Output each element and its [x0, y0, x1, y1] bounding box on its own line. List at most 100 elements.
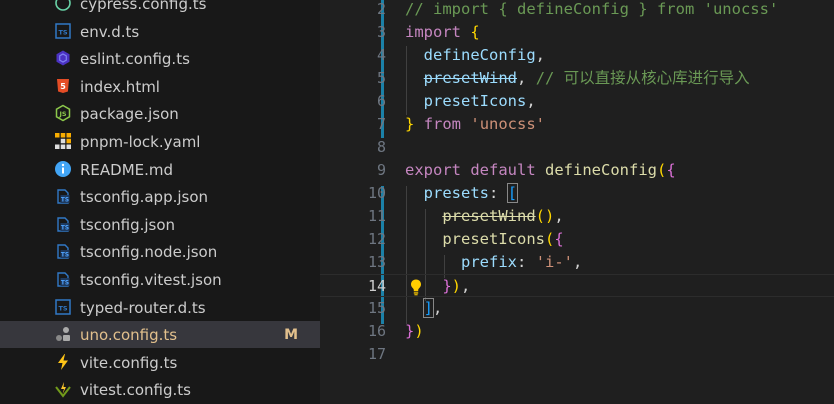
svg-text:JS: JS	[58, 110, 66, 118]
code-text: ],	[405, 297, 442, 320]
code-text: prefix: 'i-',	[405, 251, 582, 274]
code-brace: }	[442, 277, 452, 295]
code-text: presetWind, // 可以直接从核心库进行导入	[405, 67, 750, 90]
file-name: package.json	[80, 105, 179, 124]
file-item[interactable]: uno.config.ts M	[0, 321, 320, 349]
file-item[interactable]: TS tsconfig.app.json	[0, 183, 320, 210]
code-paren: )	[414, 322, 424, 340]
line-number: 4	[376, 46, 386, 64]
git-modified-badge: M	[284, 327, 298, 344]
code-keyword: from	[423, 115, 462, 133]
code-punct: ,	[461, 277, 471, 295]
code-punct: ,	[517, 69, 527, 87]
code-text: }),	[405, 275, 470, 298]
code-line[interactable]: 8	[320, 136, 834, 159]
code-paren: )	[451, 277, 462, 295]
vitest-icon	[54, 380, 72, 399]
file-item[interactable]: eslint.config.ts	[0, 45, 320, 72]
code-function: defineConfig	[545, 161, 657, 179]
file-name: vite.config.ts	[80, 353, 178, 372]
file-item[interactable]: cypress.config.ts	[0, 0, 320, 17]
line-number: 8	[376, 138, 386, 156]
code-line[interactable]: 2 // import { defineConfig } from 'unocs…	[320, 0, 834, 21]
code-line[interactable]: 7 } from 'unocss'	[320, 113, 834, 136]
code-line[interactable]: 4 defineConfig,	[320, 44, 834, 67]
code-string: 'unocss'	[470, 115, 546, 133]
code-text: defineConfig,	[405, 44, 545, 67]
code-paren: (	[657, 161, 667, 179]
code-text: export default defineConfig({	[405, 159, 676, 182]
file-name: tsconfig.json	[80, 215, 176, 234]
line-number: 6	[376, 92, 386, 110]
code-line[interactable]: 10 presets: [	[320, 182, 834, 205]
code-line[interactable]: 11 presetWind(),	[320, 205, 834, 228]
file-name: env.d.ts	[80, 22, 140, 41]
file-item[interactable]: vitest.config.ts	[0, 376, 320, 403]
code-line[interactable]: 15 ],	[320, 297, 834, 320]
code-keyword: import	[405, 23, 461, 41]
pnpm-icon	[54, 132, 72, 150]
file-explorer: cypress.config.ts TS env.d.ts eslint.config…	[0, 0, 320, 404]
code-line[interactable]: 13 prefix: 'i-',	[320, 251, 834, 274]
code-text: // import { defineConfig } from 'unocss'	[405, 0, 778, 21]
line-number: 17	[367, 345, 386, 363]
file-name: index.html	[80, 77, 160, 96]
code-brace: {	[554, 230, 564, 248]
code-text: presetWind(),	[405, 205, 563, 228]
code-line[interactable]: 16 })	[320, 320, 834, 343]
file-name: uno.config.ts	[80, 326, 178, 345]
code-line[interactable]: 12 presetIcons({	[320, 228, 834, 251]
file-item[interactable]: README.md	[0, 156, 320, 183]
code-editor[interactable]: 2 // import { defineConfig } from 'unocs…	[320, 0, 834, 404]
svg-text:TS: TS	[58, 28, 67, 36]
line-number: 11	[367, 207, 386, 225]
code-property: presets	[423, 184, 489, 202]
file-item[interactable]: pnpm-lock.yaml	[0, 128, 320, 155]
line-number: 5	[376, 69, 386, 87]
code-line[interactable]: 17	[320, 343, 834, 366]
line-number: 16	[367, 322, 386, 340]
code-paren: ()	[535, 207, 555, 225]
code-line[interactable]: 6 presetIcons,	[320, 90, 834, 113]
code-line[interactable]: 5 presetWind, // 可以直接从核心库进行导入	[320, 67, 834, 90]
code-identifier: presetIcons	[423, 92, 527, 110]
file-item[interactable]: TS env.d.ts	[0, 18, 320, 45]
code-line[interactable]: 9 export default defineConfig({	[320, 159, 834, 182]
line-number: 9	[376, 161, 386, 179]
file-item[interactable]: TS tsconfig.node.json	[0, 238, 320, 265]
svg-text:TS: TS	[61, 281, 69, 287]
file-item[interactable]: 5 index.html	[0, 73, 320, 100]
code-punct: ,	[433, 299, 443, 317]
nodejs-icon: JS	[54, 104, 72, 122]
code-text: import {	[405, 21, 480, 44]
typescript-def-icon: TS	[54, 298, 72, 316]
cypress-icon	[54, 0, 72, 12]
file-item[interactable]: TS tsconfig.json	[0, 211, 320, 238]
typescript-def-icon: TS	[54, 22, 72, 40]
file-name: cypress.config.ts	[80, 0, 207, 13]
tsconfig-icon: TS	[54, 270, 72, 288]
svg-text:TS: TS	[61, 253, 69, 259]
file-item[interactable]: vite.config.ts	[0, 349, 320, 376]
code-keyword: default	[470, 161, 536, 179]
tsconfig-icon: TS	[54, 187, 72, 205]
code-function: presetIcons	[442, 230, 545, 248]
code-line-current[interactable]: 14 }),	[320, 274, 834, 297]
code-punct: :	[489, 184, 499, 202]
code-bracket: ]	[422, 298, 435, 318]
file-item[interactable]: TS typed-router.d.ts	[0, 294, 320, 321]
code-comment: // 可以直接从核心库进行导入	[535, 69, 750, 87]
code-brace: {	[666, 161, 676, 179]
svg-text:5: 5	[60, 82, 66, 91]
info-icon	[54, 160, 72, 178]
code-text: })	[405, 320, 424, 343]
code-keyword: export	[405, 161, 461, 179]
file-item[interactable]: TS tsconfig.vitest.json	[0, 266, 320, 293]
code-line[interactable]: 3 import {	[320, 21, 834, 44]
svg-text:TS: TS	[58, 304, 67, 312]
file-name: typed-router.d.ts	[80, 298, 206, 317]
file-name: vitest.config.ts	[80, 381, 191, 400]
file-item[interactable]: JS package.json	[0, 100, 320, 127]
tsconfig-icon: TS	[54, 215, 72, 233]
line-number: 10	[367, 184, 386, 202]
